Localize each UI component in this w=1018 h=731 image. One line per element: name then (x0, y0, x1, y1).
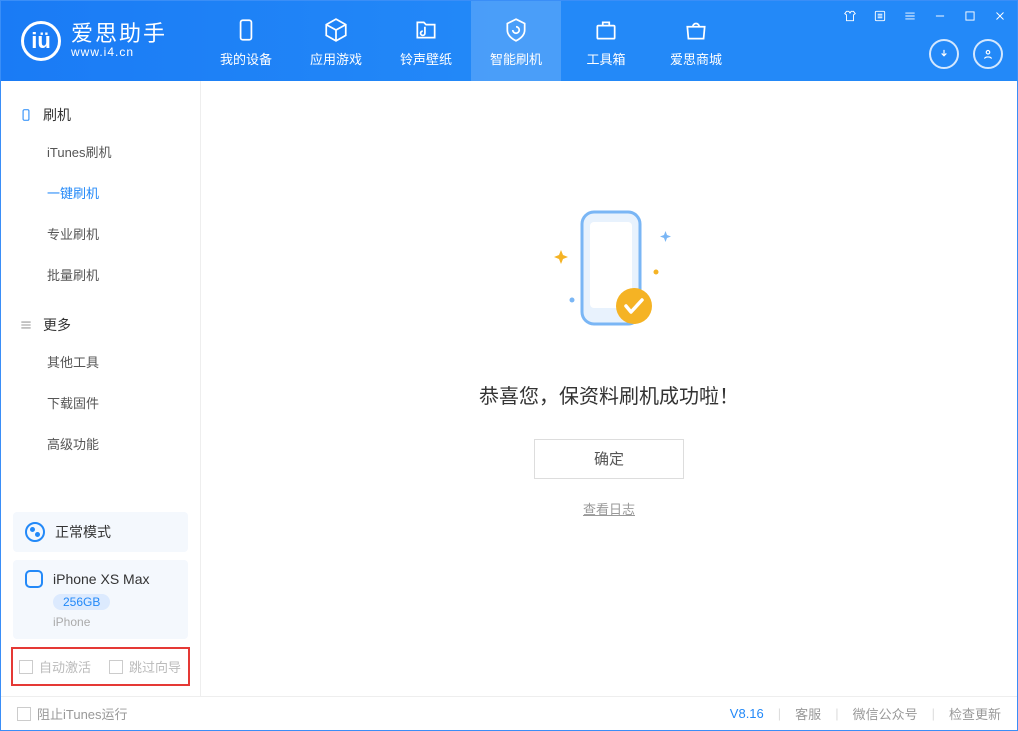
logo[interactable]: iü 爱思助手 www.i4.cn (1, 1, 201, 81)
toolbox-icon (593, 15, 619, 45)
sidebar-item-other-tools[interactable]: 其他工具 (1, 341, 200, 382)
sidebar-section-flash: 刷机 (1, 99, 200, 131)
tab-my-device[interactable]: 我的设备 (201, 1, 291, 81)
app-window: iü 爱思助手 www.i4.cn 我的设备 应用游戏 铃声壁纸 智能刷机 (0, 0, 1018, 731)
music-folder-icon (413, 15, 439, 45)
store-icon (683, 15, 709, 45)
device-icon (233, 15, 259, 45)
tab-smart-flash[interactable]: 智能刷机 (471, 1, 561, 81)
main-content: 恭喜您，保资料刷机成功啦！ 确定 查看日志 (201, 81, 1017, 696)
device-icon (25, 570, 43, 588)
view-log-link[interactable]: 查看日志 (583, 499, 635, 518)
checkbox-skip-guide[interactable]: 跳过向导 (109, 657, 181, 676)
footer-link-support[interactable]: 客服 (795, 704, 821, 723)
window-controls (841, 7, 1009, 25)
sidebar-item-batch-flash[interactable]: 批量刷机 (1, 254, 200, 295)
close-icon[interactable] (991, 7, 1009, 25)
checkbox-icon (19, 660, 33, 674)
sidebar-item-download-firmware[interactable]: 下载固件 (1, 382, 200, 423)
sidebar-section-more: 更多 (1, 309, 200, 341)
footer-link-wechat[interactable]: 微信公众号 (853, 704, 918, 723)
mode-icon (25, 522, 45, 542)
sidebar-item-oneclick-flash[interactable]: 一键刷机 (1, 172, 200, 213)
mode-card[interactable]: 正常模式 (13, 512, 188, 552)
sidebar-item-itunes-flash[interactable]: iTunes刷机 (1, 131, 200, 172)
cube-icon (323, 15, 349, 45)
sidebar: 刷机 iTunes刷机 一键刷机 专业刷机 批量刷机 更多 其他工具 下载固件 … (1, 81, 201, 696)
checkbox-icon (17, 707, 31, 721)
logo-icon: iü (21, 21, 61, 61)
minimize-icon[interactable] (931, 7, 949, 25)
success-message: 恭喜您，保资料刷机成功啦！ (479, 380, 739, 409)
mode-label: 正常模式 (55, 522, 111, 542)
header-right (841, 1, 1017, 81)
device-card[interactable]: iPhone XS Max 256GB iPhone (13, 560, 188, 639)
checkbox-block-itunes[interactable]: 阻止iTunes运行 (17, 704, 128, 723)
header: iü 爱思助手 www.i4.cn 我的设备 应用游戏 铃声壁纸 智能刷机 (1, 1, 1017, 81)
more-icon (19, 316, 33, 334)
highlighted-options: 自动激活 跳过向导 (11, 647, 190, 686)
device-name: iPhone XS Max (53, 571, 150, 587)
user-button[interactable] (973, 39, 1003, 69)
shirt-icon[interactable] (841, 7, 859, 25)
shield-refresh-icon (503, 15, 529, 45)
device-type: iPhone (53, 615, 176, 629)
app-url: www.i4.cn (71, 45, 167, 59)
checkbox-icon (109, 660, 123, 674)
sidebar-item-advanced[interactable]: 高级功能 (1, 423, 200, 464)
success-illustration (524, 200, 694, 350)
app-name: 爱思助手 (71, 23, 167, 45)
footer: 阻止iTunes运行 V8.16 | 客服 | 微信公众号 | 检查更新 (1, 696, 1017, 730)
ok-button[interactable]: 确定 (534, 439, 684, 479)
phone-icon (19, 106, 33, 124)
list-icon[interactable] (871, 7, 889, 25)
tab-toolbox[interactable]: 工具箱 (561, 1, 651, 81)
download-button[interactable] (929, 39, 959, 69)
footer-link-update[interactable]: 检查更新 (949, 704, 1001, 723)
main-tabs: 我的设备 应用游戏 铃声壁纸 智能刷机 工具箱 爱思商城 (201, 1, 741, 81)
checkbox-auto-activate[interactable]: 自动激活 (19, 657, 91, 676)
device-capacity: 256GB (53, 594, 110, 610)
tab-ringtones[interactable]: 铃声壁纸 (381, 1, 471, 81)
version-label: V8.16 (730, 706, 764, 721)
sidebar-item-pro-flash[interactable]: 专业刷机 (1, 213, 200, 254)
tab-apps-games[interactable]: 应用游戏 (291, 1, 381, 81)
menu-icon[interactable] (901, 7, 919, 25)
maximize-icon[interactable] (961, 7, 979, 25)
tab-store[interactable]: 爱思商城 (651, 1, 741, 81)
body: 刷机 iTunes刷机 一键刷机 专业刷机 批量刷机 更多 其他工具 下载固件 … (1, 81, 1017, 696)
